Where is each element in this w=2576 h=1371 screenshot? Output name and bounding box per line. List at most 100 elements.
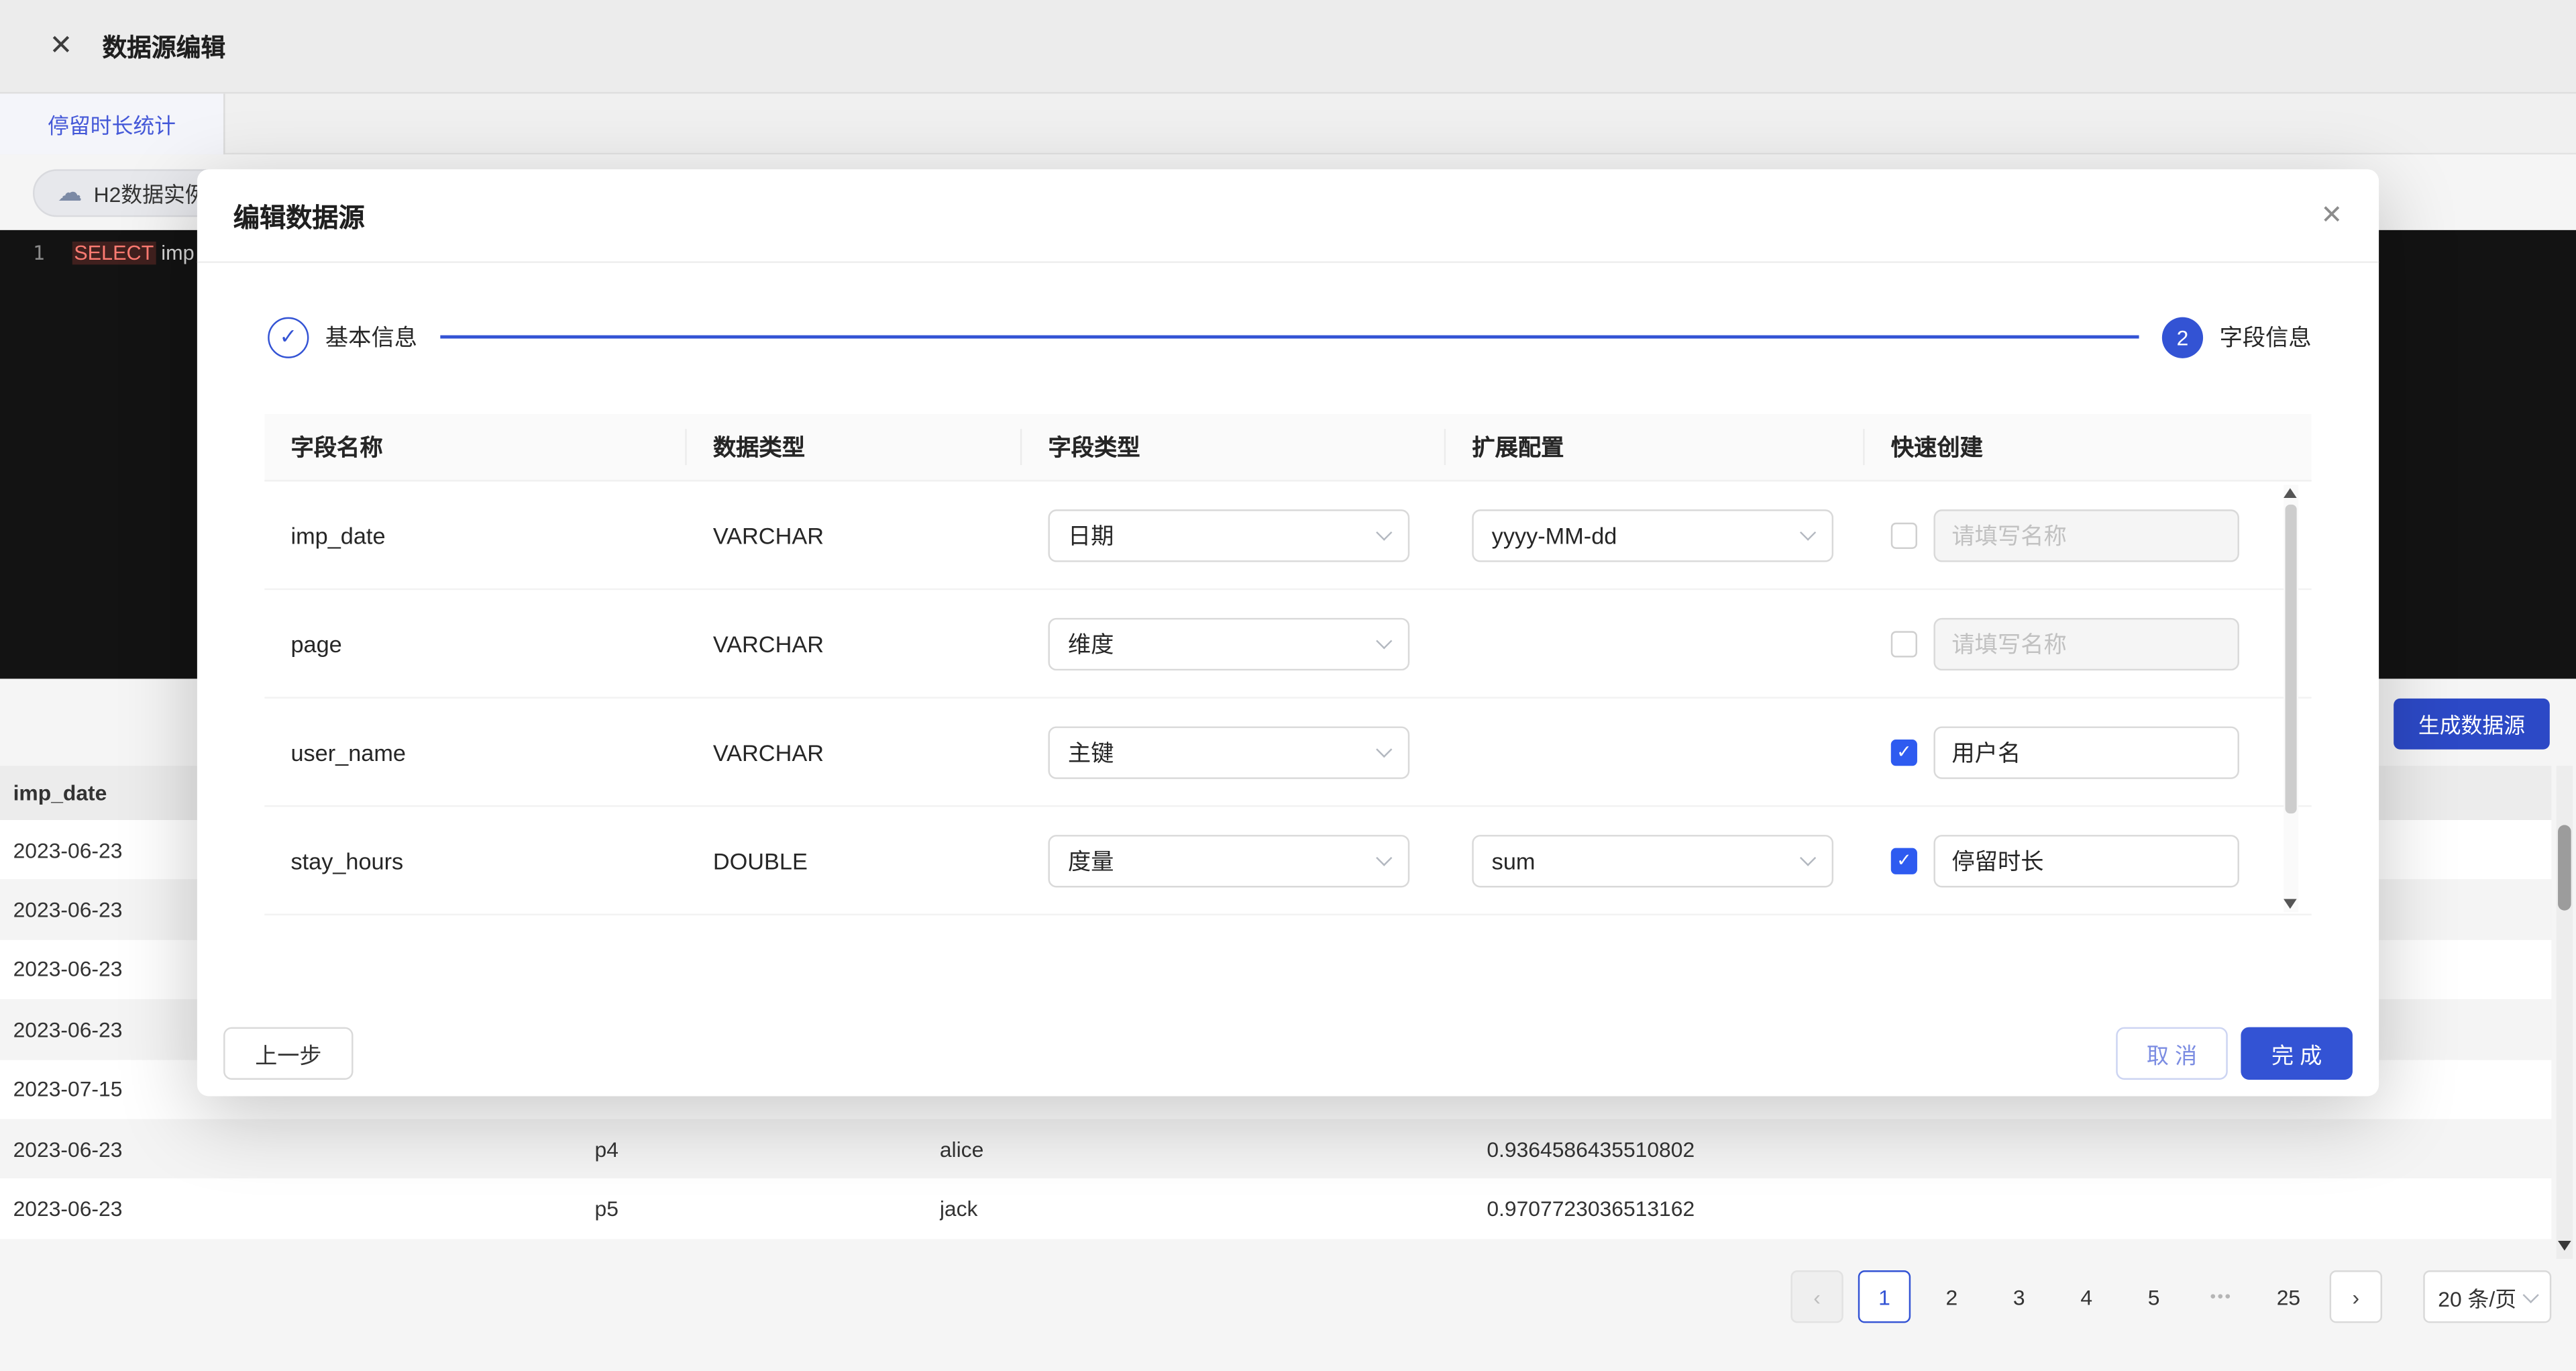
quick-create-checkbox[interactable]: ✓ — [1891, 847, 1917, 873]
field-data-type: VARCHAR — [713, 739, 824, 765]
table-row: 2023-06-23 p4 alice 0.9364586435510802 — [0, 1119, 2551, 1179]
pagination-page-1[interactable]: 1 — [1858, 1270, 1911, 1323]
field-row-imp-date: imp_date VARCHAR 日期 yyyy-MM-dd — [264, 482, 2311, 591]
ext-config-select[interactable]: yyyy-MM-dd — [1472, 509, 1833, 561]
quick-name-input[interactable] — [1933, 725, 2239, 778]
quick-create-checkbox[interactable] — [1891, 630, 1917, 656]
field-type-value: 维度 — [1068, 627, 1114, 660]
page-title: 数据源编辑 — [102, 29, 225, 63]
line-number: 1 — [33, 242, 45, 264]
table-row: 2023-06-23 p5 jack 0.9707723036513162 — [0, 1179, 2551, 1239]
page-scrollbar[interactable] — [2557, 766, 2573, 1259]
modal-title: 编辑数据源 — [233, 195, 365, 235]
fields-table: 字段名称 数据类型 字段类型 扩展配置 快速创建 imp_date VARCHA… — [264, 414, 2311, 915]
field-row-stay-hours: stay_hours DOUBLE 度量 sum — [264, 807, 2311, 915]
cell-page: p5 — [595, 1197, 940, 1221]
field-type-select[interactable]: 主键 — [1048, 725, 1409, 778]
chevron-down-icon — [1376, 742, 1392, 758]
fields-table-body: imp_date VARCHAR 日期 yyyy-MM-dd — [264, 482, 2311, 916]
chevron-down-icon — [1376, 633, 1392, 649]
field-row-user-name: user_name VARCHAR 主键 ✓ — [264, 699, 2311, 807]
pagination: ‹ 1 2 3 4 5 ••• 25 › 20 条/页 — [0, 1259, 2551, 1335]
top-bar: ✕ 数据源编辑 — [0, 0, 2576, 94]
column-header-imp-date: imp_date — [13, 780, 107, 805]
column-field-type: 字段类型 — [1022, 414, 1446, 480]
quick-name-input — [1933, 509, 2239, 561]
chevron-down-icon — [1800, 525, 1816, 541]
cloud-database-icon: ☁ — [58, 181, 83, 205]
scrollbar-thumb[interactable] — [2286, 505, 2297, 813]
page: ✕ 数据源编辑 停留时长统计 ☁ H2数据实例 1 SELECT imp 生成数… — [0, 0, 2576, 1371]
scrollbar-thumb[interactable] — [2558, 825, 2571, 910]
pagination-page-2[interactable]: 2 — [1925, 1270, 1978, 1323]
step1-check-icon: ✓ — [268, 316, 309, 357]
column-data-type: 数据类型 — [687, 414, 1022, 480]
tab-stay-duration[interactable]: 停留时长统计 — [0, 94, 225, 155]
column-field-name: 字段名称 — [264, 414, 686, 480]
tab-bar: 停留时长统计 — [0, 94, 2576, 155]
page-size-select[interactable]: 20 条/页 — [2423, 1270, 2551, 1323]
pagination-ellipsis[interactable]: ••• — [2195, 1270, 2247, 1323]
cell-stay-hours: 0.9364586435510802 — [1487, 1137, 2551, 1162]
field-name: stay_hours — [290, 847, 403, 873]
close-icon[interactable]: ✕ — [49, 30, 72, 62]
sql-keyword: SELECT — [72, 242, 156, 264]
field-data-type: VARCHAR — [713, 630, 824, 656]
modal-header: 编辑数据源 — [197, 169, 2379, 263]
cell-user-name: alice — [940, 1137, 1487, 1162]
field-type-select[interactable]: 日期 — [1048, 509, 1409, 561]
chevron-down-icon — [2523, 1286, 2539, 1303]
pagination-next-button[interactable]: › — [2330, 1270, 2382, 1323]
field-name: imp_date — [290, 522, 385, 548]
step1-label: 基本信息 — [325, 321, 417, 354]
chevron-down-icon — [1376, 850, 1392, 866]
quick-name-input[interactable] — [1933, 834, 2239, 886]
field-name: user_name — [290, 739, 406, 765]
pagination-page-25[interactable]: 25 — [2262, 1270, 2314, 1323]
ext-config-value: yyyy-MM-dd — [1492, 522, 1617, 548]
field-name: page — [290, 630, 341, 656]
field-type-select[interactable]: 度量 — [1048, 834, 1409, 886]
column-ext-config: 扩展配置 — [1446, 414, 1864, 480]
ext-config-value: sum — [1492, 847, 1536, 873]
pagination-page-3[interactable]: 3 — [1993, 1270, 2045, 1323]
cell-imp-date: 2023-06-23 — [13, 1197, 595, 1221]
field-data-type: VARCHAR — [713, 522, 824, 548]
steps-connector — [440, 336, 2139, 338]
cell-stay-hours: 0.9707723036513162 — [1487, 1197, 2551, 1221]
quick-create-checkbox[interactable] — [1891, 522, 1917, 548]
generate-datasource-button[interactable]: 生成数据源 — [2394, 699, 2550, 750]
cell-page: p4 — [595, 1137, 940, 1162]
previous-step-button[interactable]: 上一步 — [223, 1027, 353, 1080]
datasource-instance-label: H2数据实例 — [94, 177, 207, 209]
cell-imp-date: 2023-06-23 — [13, 1137, 595, 1162]
quick-name-input — [1933, 617, 2239, 670]
field-type-value: 度量 — [1068, 844, 1114, 877]
field-type-select[interactable]: 维度 — [1048, 617, 1409, 670]
field-row-page: page VARCHAR 维度 — [264, 590, 2311, 699]
edit-datasource-modal: 编辑数据源 ✕ ✓ 基本信息 2 字段信息 字段名称 数据类型 字段类型 扩展配… — [197, 169, 2379, 1096]
quick-create-checkbox[interactable]: ✓ — [1891, 739, 1917, 765]
sql-code-line: SELECT imp — [72, 240, 195, 265]
finish-button[interactable]: 完 成 — [2241, 1027, 2353, 1080]
ext-config-select[interactable]: sum — [1472, 834, 1833, 886]
field-type-value: 主键 — [1068, 735, 1114, 768]
pagination-prev-button[interactable]: ‹ — [1790, 1270, 1843, 1323]
scrollbar-down-arrow-icon[interactable] — [2284, 899, 2297, 909]
modal-close-icon[interactable]: ✕ — [2320, 199, 2343, 232]
cell-user-name: jack — [940, 1197, 1487, 1221]
page-size-value: 20 条/页 — [2438, 1281, 2516, 1313]
scrollbar-down-arrow-icon[interactable] — [2558, 1241, 2571, 1251]
pagination-page-4[interactable]: 4 — [2060, 1270, 2112, 1323]
sql-code-rest: imp — [156, 242, 195, 264]
fields-table-header: 字段名称 数据类型 字段类型 扩展配置 快速创建 — [264, 414, 2311, 481]
field-type-value: 日期 — [1068, 519, 1114, 552]
scrollbar-up-arrow-icon[interactable] — [2284, 488, 2297, 498]
chevron-down-icon — [1800, 850, 1816, 866]
pagination-page-5[interactable]: 5 — [2127, 1270, 2180, 1323]
step2-label: 字段信息 — [2220, 321, 2312, 354]
fields-table-scrollbar[interactable] — [2284, 485, 2298, 912]
step2-number: 2 — [2162, 316, 2203, 357]
cancel-button[interactable]: 取 消 — [2116, 1027, 2228, 1080]
chevron-down-icon — [1376, 525, 1392, 541]
